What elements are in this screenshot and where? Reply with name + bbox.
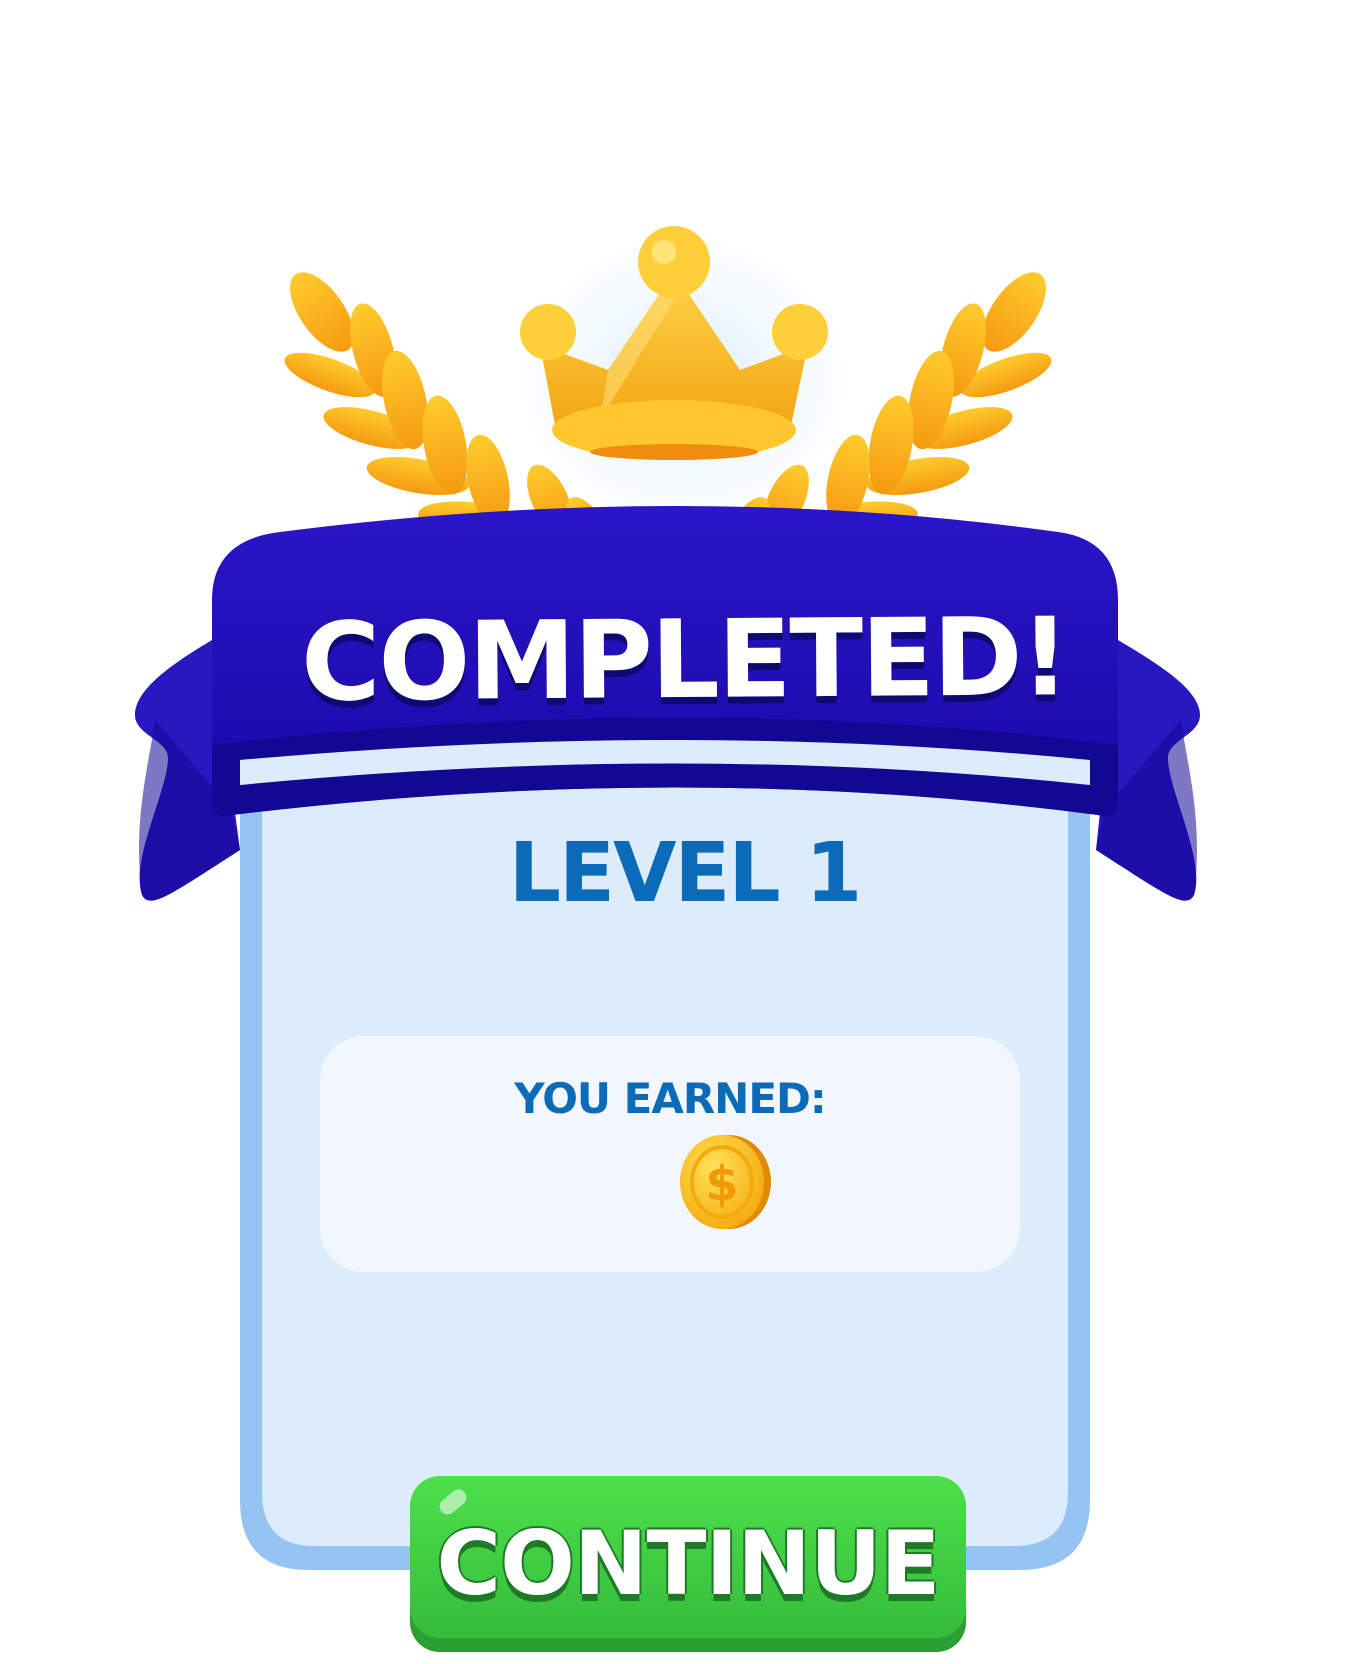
- svg-text:$: $: [705, 1156, 738, 1212]
- continue-button-label: CONTINUE: [436, 1512, 940, 1615]
- completed-title: COMPLETED!: [300, 595, 1069, 726]
- reward-box: YOU EARNED: $: [320, 1036, 1020, 1272]
- you-earned-heading: YOU EARNED:: [514, 1074, 826, 1123]
- continue-button[interactable]: CONTINUE: [410, 1476, 966, 1652]
- level-label: LEVEL 1: [508, 826, 863, 921]
- level-complete-screen: COMPLETED! LEVEL 1 YOU EARNED: $ CONTINU…: [0, 0, 1369, 1664]
- coin-icon: $: [674, 1132, 774, 1232]
